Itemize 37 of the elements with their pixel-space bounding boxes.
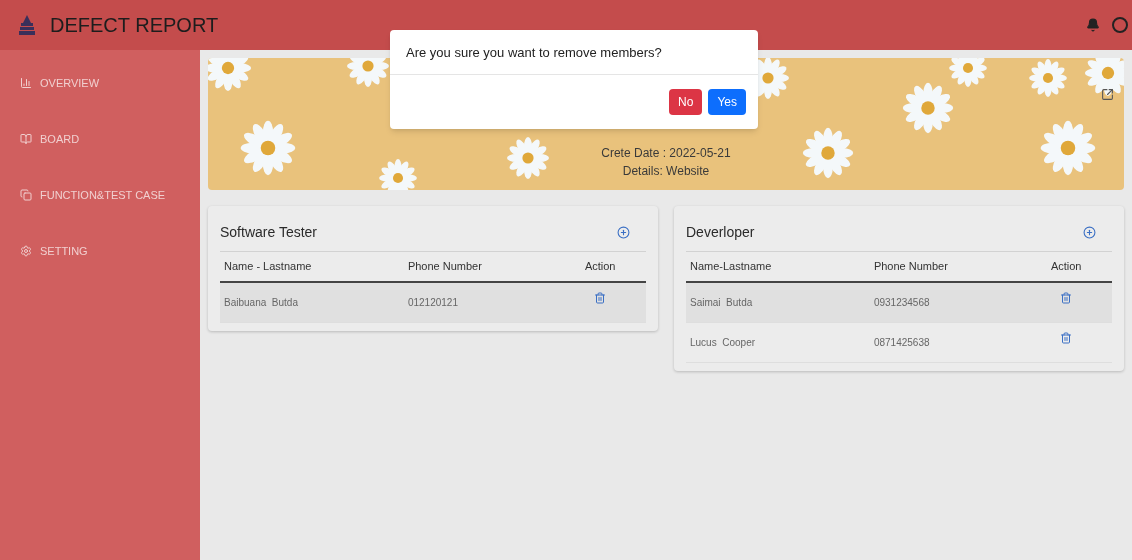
external-link-icon[interactable]: [1101, 88, 1114, 101]
gear-icon: [20, 245, 32, 257]
column-header: Action: [584, 259, 616, 274]
delete-icon[interactable]: [1060, 332, 1073, 344]
bell-icon[interactable]: [1086, 18, 1100, 32]
table-cell-text: Saimai Butda: [690, 295, 754, 310]
dialog-message: Are you sure you want to remove members?: [406, 45, 662, 60]
column-header: Phone Number: [873, 259, 949, 274]
bar-chart-icon: [20, 77, 32, 89]
building-logo-icon: [16, 14, 38, 36]
card-title: Deverloper: [686, 223, 755, 242]
details-text: Details: Website: [622, 163, 710, 180]
delete-icon[interactable]: [594, 292, 607, 304]
table-cell-text: 0871425638: [873, 335, 931, 350]
app-title: DEFECT REPORT: [50, 13, 219, 38]
card-title: Software Tester: [220, 223, 317, 242]
table-cell-text: 0931234568: [873, 295, 931, 310]
column-header: Phone Number: [407, 259, 483, 274]
add-member-icon[interactable]: [617, 226, 630, 239]
table-cell-text: Baibuana Butda: [224, 295, 299, 310]
add-member-icon[interactable]: [1083, 226, 1096, 239]
column-header: Name-Lastname: [690, 259, 773, 274]
column-header: Name - Lastname: [224, 259, 313, 274]
copy-icon: [20, 189, 32, 201]
create-date: Crete Date : 2022-05-21: [601, 145, 731, 162]
table-cell-text: 012120121: [407, 295, 459, 310]
dialog-button[interactable]: No: [669, 89, 703, 115]
delete-icon[interactable]: [1060, 292, 1073, 304]
book-icon: [20, 133, 32, 145]
avatar-icon[interactable]: [1112, 17, 1128, 33]
table-cell-text: Lucus Cooper: [690, 335, 757, 350]
sidebar-item[interactable]: FUNCTION&TEST CASE: [0, 184, 200, 206]
sidebar-item[interactable]: OVERVIEW: [0, 72, 200, 94]
sidebar-item[interactable]: BOARD: [0, 128, 200, 150]
dialog-button[interactable]: Yes: [708, 89, 746, 115]
column-header: Action: [1050, 259, 1082, 274]
sidebar-item[interactable]: SETTING: [0, 240, 200, 262]
